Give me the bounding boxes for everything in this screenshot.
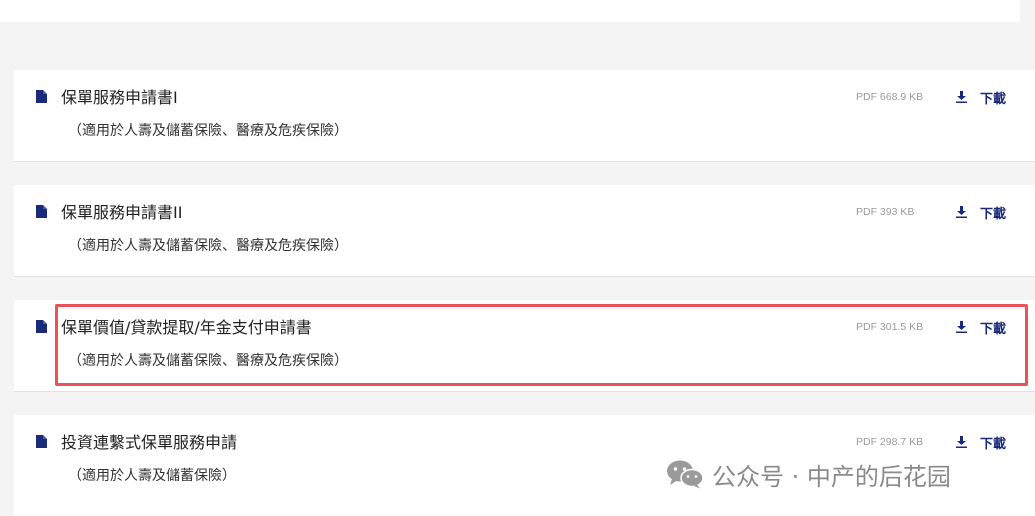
file-size-label: PDF 668.9 KB bbox=[856, 91, 924, 103]
top-header-bar bbox=[0, 0, 1020, 22]
download-label: 下載 bbox=[980, 436, 1007, 452]
document-title[interactable]: 保單價值/貸款提取/年金支付申請書 bbox=[61, 317, 312, 339]
download-label: 下載 bbox=[980, 321, 1007, 337]
document-subtitle: （適用於人壽及儲蓄保險、醫療及危疾保險） bbox=[68, 123, 348, 139]
document-icon bbox=[36, 320, 47, 333]
document-subtitle: （適用於人壽及儲蓄保險、醫療及危疾保險） bbox=[68, 238, 348, 254]
download-icon bbox=[956, 206, 967, 218]
file-size-label: PDF 301.5 KB bbox=[856, 321, 924, 333]
download-icon bbox=[956, 321, 967, 333]
download-button[interactable]: 下載 bbox=[956, 317, 1006, 337]
download-icon bbox=[956, 91, 967, 103]
document-card-2: 保單服務申請書II （適用於人壽及儲蓄保險、醫療及危疾保險） PDF 393 K… bbox=[14, 185, 1035, 277]
download-label: 下載 bbox=[980, 206, 1007, 222]
download-icon bbox=[956, 436, 967, 448]
document-subtitle: （適用於人壽及儲蓄保險、醫療及危疾保險） bbox=[68, 353, 348, 369]
download-button[interactable]: 下載 bbox=[956, 87, 1006, 107]
wechat-icon bbox=[667, 460, 704, 489]
watermark-text: 公众号 · 中产的后花园 bbox=[712, 462, 951, 491]
document-icon bbox=[36, 205, 47, 218]
file-size-label: PDF 393 KB bbox=[856, 206, 915, 218]
document-icon bbox=[36, 90, 47, 103]
document-title[interactable]: 保單服務申請書I bbox=[61, 87, 178, 109]
document-title[interactable]: 保單服務申請書II bbox=[61, 202, 182, 224]
download-button[interactable]: 下載 bbox=[956, 202, 1006, 222]
document-card-3: 保單價值/貸款提取/年金支付申請書 （適用於人壽及儲蓄保險、醫療及危疾保險） P… bbox=[14, 300, 1035, 392]
document-title[interactable]: 投資連繫式保單服務申請 bbox=[61, 432, 237, 454]
document-subtitle: （適用於人壽及儲蓄保險） bbox=[68, 468, 236, 484]
watermark: 公众号 · 中产的后花园 bbox=[666, 458, 951, 491]
document-card-1: 保單服務申請書I （適用於人壽及儲蓄保險、醫療及危疾保險） PDF 668.9 … bbox=[14, 70, 1035, 162]
download-label: 下載 bbox=[980, 91, 1007, 107]
download-button[interactable]: 下載 bbox=[956, 432, 1006, 452]
file-size-label: PDF 298.7 KB bbox=[856, 436, 924, 448]
document-icon bbox=[36, 435, 47, 448]
